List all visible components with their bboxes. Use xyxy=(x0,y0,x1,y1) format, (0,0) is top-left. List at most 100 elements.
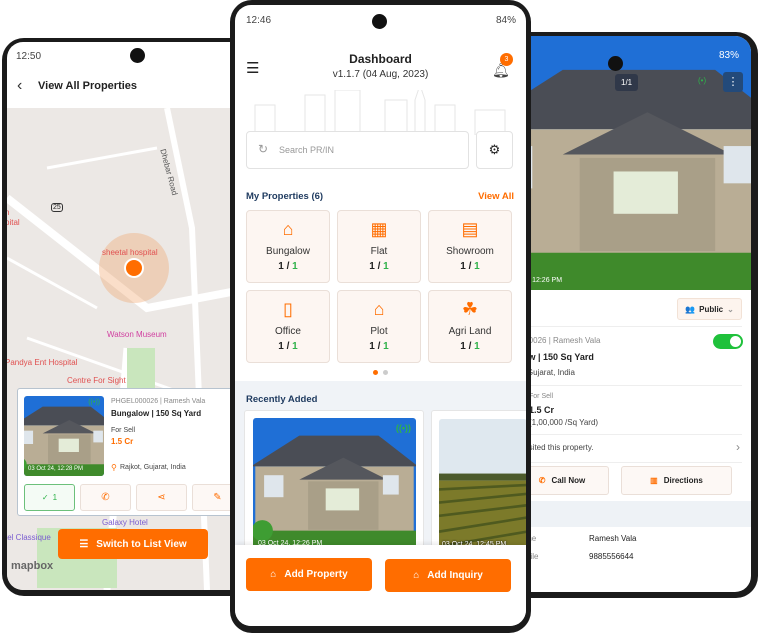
property-image: 03 Oct 24, 12:45 PM xyxy=(439,419,526,551)
switch-label: Switch to List View xyxy=(96,538,187,550)
map-icon: ▥ xyxy=(650,476,658,485)
category-count: 1 xyxy=(369,261,375,272)
map-label: sheetal hospital xyxy=(102,248,158,257)
highway-shield: 25 xyxy=(51,203,63,212)
visitors-row[interactable]: ple visited this property. › xyxy=(510,438,742,458)
pager-dot-active[interactable] xyxy=(373,370,378,375)
battery-status: 83% xyxy=(718,50,739,61)
map-label: Pandya Ent Hospital xyxy=(7,358,78,367)
add-inquiry-button[interactable]: ⌂ Add Inquiry xyxy=(385,559,511,592)
deal-type: For Sell xyxy=(111,427,136,434)
divider xyxy=(510,434,742,435)
category-label: Plot xyxy=(370,326,388,337)
phone-icon: ✆ xyxy=(101,492,110,503)
agri-land-icon: ☘ xyxy=(461,299,479,319)
search-input[interactable]: ↻ Search PR/IN xyxy=(246,131,469,169)
call-button[interactable]: ✆ xyxy=(80,484,131,511)
add-property-label: Add Property xyxy=(284,569,348,580)
slash: / xyxy=(468,341,472,352)
map-label: Watson Museum xyxy=(107,330,167,339)
left-screen: 12:50 ‹ View All Properties Dhebar Road … xyxy=(7,42,252,590)
call-now-label: Call Now xyxy=(551,476,586,485)
filter-button[interactable]: ⚙ xyxy=(476,131,513,169)
camera xyxy=(130,48,145,63)
center-phone: 12:46 84% ☰ Dashboard v1.1.7 (04 Aug, 20… xyxy=(230,0,531,633)
view-all-link[interactable]: View All xyxy=(478,191,514,202)
visibility-dropdown[interactable]: 👥 Public ⌄ xyxy=(677,298,742,320)
property-gallery[interactable]: 83% 1/1 (•) ⋮ ct 24, 12:26 PM xyxy=(510,36,751,290)
category-flat[interactable]: ▦ Flat 1 / 1 xyxy=(337,210,421,283)
owner-section-header xyxy=(510,501,751,527)
page-title: View All Properties xyxy=(38,80,138,92)
category-label: Agri Land xyxy=(448,326,492,337)
map-label: tel Classique xyxy=(7,533,51,542)
map[interactable]: Dhebar Road h pital 25 sheetal hospital … xyxy=(7,108,252,590)
divider xyxy=(510,462,742,463)
share-icon: ⋖ xyxy=(157,492,166,503)
search-icon: ↻ xyxy=(258,142,269,156)
more-menu-button[interactable]: ⋮ xyxy=(723,72,743,92)
chevron-down-icon: ⌄ xyxy=(727,304,734,314)
price-label: For Sell xyxy=(529,393,554,400)
switch-to-list-button[interactable]: ☰ Switch to List View xyxy=(58,529,208,559)
category-showroom[interactable]: ▤ Showroom 1 / 1 xyxy=(428,210,512,283)
image-timestamp: 03 Oct 24, 12:28 PM xyxy=(28,466,84,472)
users-icon: 👥 xyxy=(685,304,696,314)
owner-name: Ramesh Vala xyxy=(589,534,637,543)
property-image[interactable]: ((•)) 03 Oct 24, 12:28 PM xyxy=(24,396,104,476)
pager-dot[interactable] xyxy=(383,370,388,375)
chevron-right-icon: › xyxy=(736,440,740,454)
back-arrow-icon[interactable]: ‹ xyxy=(17,77,22,95)
price-rate: (1,00,000 /Sq Yard) xyxy=(529,418,599,427)
visibility-value: Public xyxy=(699,304,724,314)
category-total: 1 xyxy=(383,341,389,352)
property-card[interactable]: ((•)) 03 Oct 24, 12:28 PM PHGEL000026 | … xyxy=(17,388,252,516)
map-label: pital xyxy=(7,218,20,227)
map-label: Centre For Sight xyxy=(67,376,126,385)
map-label: h xyxy=(7,208,10,217)
camera xyxy=(608,56,623,71)
slash: / xyxy=(286,341,290,352)
bungalow-icon: ⌂ xyxy=(282,219,294,239)
right-phone: 83% 1/1 (•) ⋮ ct 24, 12:26 PM ell 👥Publi… xyxy=(508,32,758,598)
category-count: 1 xyxy=(278,341,284,352)
recent-property-card[interactable]: ((•)) 03 Oct 24, 12:26 PM xyxy=(244,410,424,555)
showroom-icon: ▤ xyxy=(461,219,479,239)
inquiry-icon: ⌂ xyxy=(413,570,420,581)
category-bungalow[interactable]: ⌂ Bungalow 1 / 1 xyxy=(246,210,330,283)
visit-count: 1 xyxy=(52,493,58,502)
slash: / xyxy=(286,261,290,272)
category-count: 1 xyxy=(369,341,375,352)
mapbox-logo: mapbox xyxy=(11,560,54,572)
add-property-button[interactable]: ⌂ Add Property xyxy=(246,558,372,591)
directions-button[interactable]: ▥ Directions xyxy=(621,466,732,495)
pencil-icon: ✎ xyxy=(213,492,222,503)
share-button[interactable]: ⋖ xyxy=(136,484,187,511)
category-total: 1 xyxy=(474,261,480,272)
location-marker[interactable] xyxy=(124,258,144,278)
house-icon: ⌂ xyxy=(270,569,277,580)
battery-status: 84% xyxy=(495,15,516,26)
sliders-icon: ⚙ xyxy=(488,142,501,157)
category-total: 1 xyxy=(292,261,298,272)
active-toggle[interactable] xyxy=(713,334,743,349)
visits-button[interactable]: ✓ 1 xyxy=(24,484,75,511)
location-pin-icon: ⚲ xyxy=(111,463,117,472)
recently-added-heading: Recently Added xyxy=(246,394,318,405)
search-placeholder: Search PR/IN xyxy=(279,145,335,155)
skyline-illustration xyxy=(254,90,506,135)
recent-property-card[interactable]: 03 Oct 24, 12:45 PM xyxy=(431,410,526,555)
map-label: Galaxy Hotel xyxy=(102,518,148,527)
category-plot[interactable]: ⌂ Plot 1 / 1 xyxy=(337,290,421,363)
my-properties-heading: My Properties (6) xyxy=(246,191,324,202)
notification-badge: 3 xyxy=(500,53,513,66)
category-office[interactable]: ▯ Office 1 / 1 xyxy=(246,290,330,363)
left-phone: 12:50 ‹ View All Properties Dhebar Road … xyxy=(2,38,252,596)
live-icon: (•) xyxy=(698,76,707,85)
office-icon: ▯ xyxy=(283,299,293,319)
category-label: Office xyxy=(275,326,301,337)
category-total: 1 xyxy=(383,261,389,272)
add-inquiry-label: Add Inquiry xyxy=(427,570,483,581)
property-price: 1.5 Cr xyxy=(111,437,134,446)
category-agri-land[interactable]: ☘ Agri Land 1 / 1 xyxy=(428,290,512,363)
